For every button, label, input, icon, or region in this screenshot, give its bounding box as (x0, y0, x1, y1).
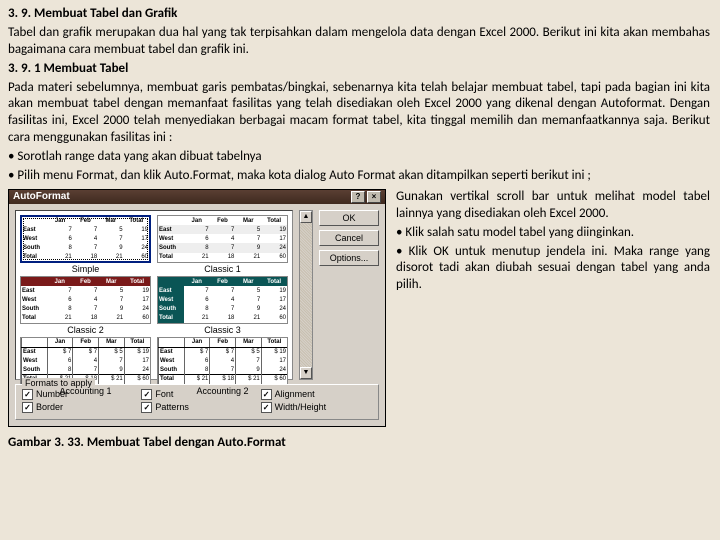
gallery-scrollbar[interactable]: ▲ ▼ (299, 210, 313, 380)
autoformat-dialog: AutoFormat ? × JanFebMarTotalEast77519We… (8, 189, 386, 427)
options-button[interactable]: Options... (319, 250, 379, 266)
format-thumb-simple[interactable]: JanFebMarTotalEast77519West64717South879… (20, 215, 151, 274)
heading-1: 3. 9. Membuat Tabel dan Grafik (8, 6, 710, 23)
cancel-button[interactable]: Cancel (319, 230, 379, 246)
dialog-titlebar[interactable]: AutoFormat ? × (9, 190, 385, 204)
check-number[interactable]: ✓Number (22, 389, 133, 400)
check-alignment[interactable]: ✓Alignment (261, 389, 372, 400)
scroll-up-icon[interactable]: ▲ (300, 211, 312, 223)
figure-caption: Gambar 3. 33. Membuat Tabel dengan Auto.… (8, 435, 710, 450)
body-paragraph: Pada materi sebelumnya, membuat garis pe… (8, 80, 710, 148)
check-widthheight[interactable]: ✓Width/Height (261, 402, 372, 413)
formats-to-apply-group: ✓Number ✓Font ✓Alignment ✓Border ✓Patter… (15, 384, 379, 420)
heading-2: 3. 9. 1 Membuat Tabel (8, 61, 710, 78)
intro-paragraph: Tabel dan grafik merupakan dua hal yang … (8, 25, 710, 59)
check-font[interactable]: ✓Font (141, 389, 252, 400)
format-thumb-classic2[interactable]: JanFebMarTotalEast77519West64717South879… (20, 276, 151, 335)
side-instructions: Gunakan vertikal scroll bar untuk meliha… (396, 189, 710, 427)
sample-table: JanFebMarTotalEast77519West64717South879… (22, 217, 149, 261)
format-thumb-classic3[interactable]: JanFebMarTotalEast77519West64717South879… (157, 276, 288, 335)
ok-button[interactable]: OK (319, 210, 379, 226)
check-border[interactable]: ✓Border (22, 402, 133, 413)
bullet-2: • Pilih menu Format, dan klik Auto.Forma… (8, 168, 710, 185)
dialog-title: AutoFormat (13, 191, 70, 202)
check-patterns[interactable]: ✓Patterns (141, 402, 252, 413)
help-icon[interactable]: ? (351, 191, 365, 203)
scroll-down-icon[interactable]: ▼ (300, 367, 312, 379)
format-thumb-classic1[interactable]: JanFebMarTotalEast77519West64717South879… (157, 215, 288, 274)
format-gallery: JanFebMarTotalEast77519West64717South879… (15, 210, 293, 380)
close-icon[interactable]: × (367, 191, 381, 203)
bullet-1: • Sorotlah range data yang akan dibuat t… (8, 149, 710, 166)
